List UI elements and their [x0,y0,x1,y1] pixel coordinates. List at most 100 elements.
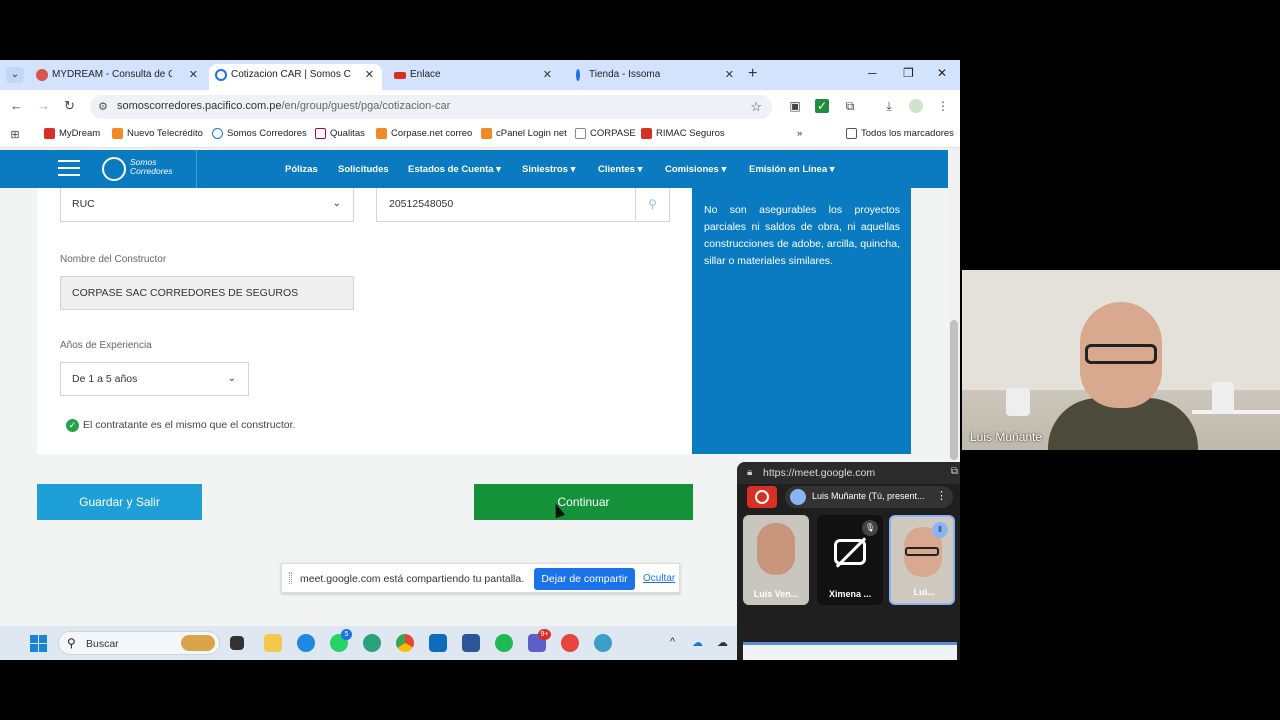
hamburger-menu-icon[interactable] [58,160,80,178]
tab-tienda-issoma[interactable]: Tienda - Issoma ✕ [567,64,742,90]
bookmark-corpase-correo[interactable]: Corpase.net correo [376,128,472,139]
bookmark-rimac[interactable]: RIMAC Seguros [641,128,725,139]
nav-polizas[interactable]: Pólizas [285,164,318,175]
more-bookmarks-button[interactable]: » [797,128,802,139]
restore-icon[interactable]: ❐ [903,66,914,80]
drag-handle-icon[interactable] [289,572,292,584]
all-bookmarks-folder[interactable]: Todos los marcadores [846,128,954,139]
edge-dev-icon[interactable] [363,634,381,652]
onedrive-icon[interactable]: ☁ [692,636,703,649]
task-view-icon[interactable] [230,636,244,650]
somos-corredores-logo[interactable]: Somos Corredores [102,155,192,183]
open-tab-icon[interactable]: ⧉ [951,466,958,477]
close-tab-icon[interactable]: ✕ [189,64,198,86]
more-menu-icon[interactable]: ⋮ [936,99,950,113]
participant-tile[interactable]: Luis Ven... [743,515,809,605]
nav-comisiones[interactable]: Comisiones ▾ [665,164,726,175]
hide-share-bar-link[interactable]: Ocultar [643,573,675,584]
profile-avatar[interactable] [909,99,923,113]
apps-grid-icon[interactable]: ⊞ [8,128,22,142]
glasses-icon [905,547,939,556]
file-explorer-icon[interactable] [264,634,282,652]
teams-badge: 9+ [538,629,551,640]
doc-type-select[interactable]: RUC ⌄ [60,188,354,222]
nav-siniestros[interactable]: Siniestros ▾ [522,164,575,175]
mic-muted-icon: 🎙︎ [862,520,878,536]
bookmark-cpanel[interactable]: cPanel Login net [481,128,567,139]
bookmark-star-icon[interactable]: ☆ [750,99,762,115]
speaking-indicator-icon: ⦀ [932,522,948,538]
nav-estados-de-cuenta[interactable]: Estados de Cuenta ▾ [408,164,501,175]
participant-face [757,523,795,575]
tab-cotizacion-car[interactable]: Cotizacion CAR | Somos Corred ✕ [209,64,382,90]
continue-button[interactable]: Continuar [474,484,693,520]
all-bookmarks-label: Todos los marcadores [861,128,954,139]
reload-icon[interactable]: ↻ [64,98,75,114]
close-tab-icon[interactable]: ✕ [725,64,734,86]
chrome-icon[interactable] [396,634,414,652]
share-message: meet.google.com está compartiendo tu pan… [300,573,525,585]
browser-app-icon[interactable] [561,634,579,652]
nav-solicitudes[interactable]: Solicitudes [338,164,389,175]
save-and-exit-button[interactable]: Guardar y Salir [37,484,202,520]
close-window-icon[interactable]: ✕ [937,66,947,80]
same-contractor-checkbox[interactable]: ✓ El contratante es el mismo que el cons… [66,419,295,432]
bookmark-label: Somos Corredores [227,128,307,139]
tab-mydream[interactable]: MYDREAM - Consulta de Gestió ✕ [30,64,206,90]
bookmark-corpase[interactable]: CORPASE [575,128,636,139]
tab-search-icon[interactable]: ⌄ [6,67,24,83]
back-icon[interactable]: ← [10,98,23,113]
windows-start-icon[interactable] [30,635,47,652]
taskbar-search[interactable]: ⚲ Buscar [58,631,220,655]
stop-sharing-button[interactable]: Dejar de compartir [534,568,635,590]
tab-label: MYDREAM - Consulta de Gestió [52,69,172,80]
bookmark-qualitas[interactable]: Qualitas [315,128,365,139]
more-options-icon[interactable]: ⋮ [936,489,947,502]
minimize-icon[interactable]: ─ [868,66,877,80]
tray-chevron-icon[interactable]: ^ [670,636,675,648]
address-bar[interactable]: ⚙ somoscorredores.pacifico.com.pe/en/gro… [90,95,772,119]
forward-icon[interactable]: → [37,98,50,113]
bookmark-telecredito[interactable]: Nuevo Telecrédito [112,128,203,139]
participant-tile[interactable]: 🎙︎ Ximena ... [817,515,883,605]
vpn-icon[interactable] [462,634,480,652]
close-tab-icon[interactable]: ✕ [365,64,374,86]
search-icon: ⚲ [67,636,76,650]
bookmark-label: CORPASE [590,128,636,139]
search-highlight-icon [181,635,215,651]
presenting-chip[interactable]: Luis Muñante (Tú, present... ⋮ [785,486,953,508]
spotify-icon[interactable] [495,634,513,652]
search-icon[interactable]: ⚲ [635,188,669,220]
nav-emision-en-linea[interactable]: Emisión en Línea ▾ [749,164,835,175]
puzzle-icon[interactable]: ⧉ [843,99,857,113]
edge-icon[interactable] [297,634,315,652]
bookmark-mydream[interactable]: MyDream [44,128,100,139]
bookmarks-bar: ⊞ MyDream Nuevo Telecrédito Somos Corred… [0,122,960,148]
bookmark-icon [481,128,492,139]
scrollbar-thumb[interactable] [950,320,958,460]
bookmark-label: Nuevo Telecrédito [127,128,203,139]
stop-presenting-button[interactable] [747,486,777,508]
participant-tile-self[interactable]: ⦀ Lui... [889,515,955,605]
record-icon [755,490,769,504]
glasses-icon [1085,344,1157,364]
download-icon[interactable]: ⤓ [882,99,896,113]
bookmark-icon [44,128,55,139]
site-info-icon[interactable]: ⚙ [98,100,112,114]
new-tab-button[interactable]: + [748,65,757,83]
outlook-icon[interactable] [429,634,447,652]
close-tab-icon[interactable]: ✕ [543,64,552,86]
checkmark-extension-icon[interactable]: ✓ [815,99,829,113]
info-panel: No son asegurables los proyectos parcial… [692,188,911,454]
camera-shelf [1192,410,1280,414]
meet-camera-view: Luis Muñante [962,270,1280,450]
nav-clientes[interactable]: Clientes ▾ [598,164,642,175]
edge-beta-icon[interactable] [594,634,612,652]
bookmark-label: Corpase.net correo [391,128,473,139]
experience-select[interactable]: De 1 a 5 años ⌄ [60,362,249,396]
bookmark-somos-corredores[interactable]: Somos Corredores [212,128,307,139]
doc-number-input[interactable]: 20512548050 ⚲ [376,188,670,222]
tab-enlace[interactable]: Enlace ✕ [388,64,560,90]
extension-icon[interactable]: ▣ [788,99,802,113]
cloud-icon[interactable]: ☁ [717,636,728,649]
